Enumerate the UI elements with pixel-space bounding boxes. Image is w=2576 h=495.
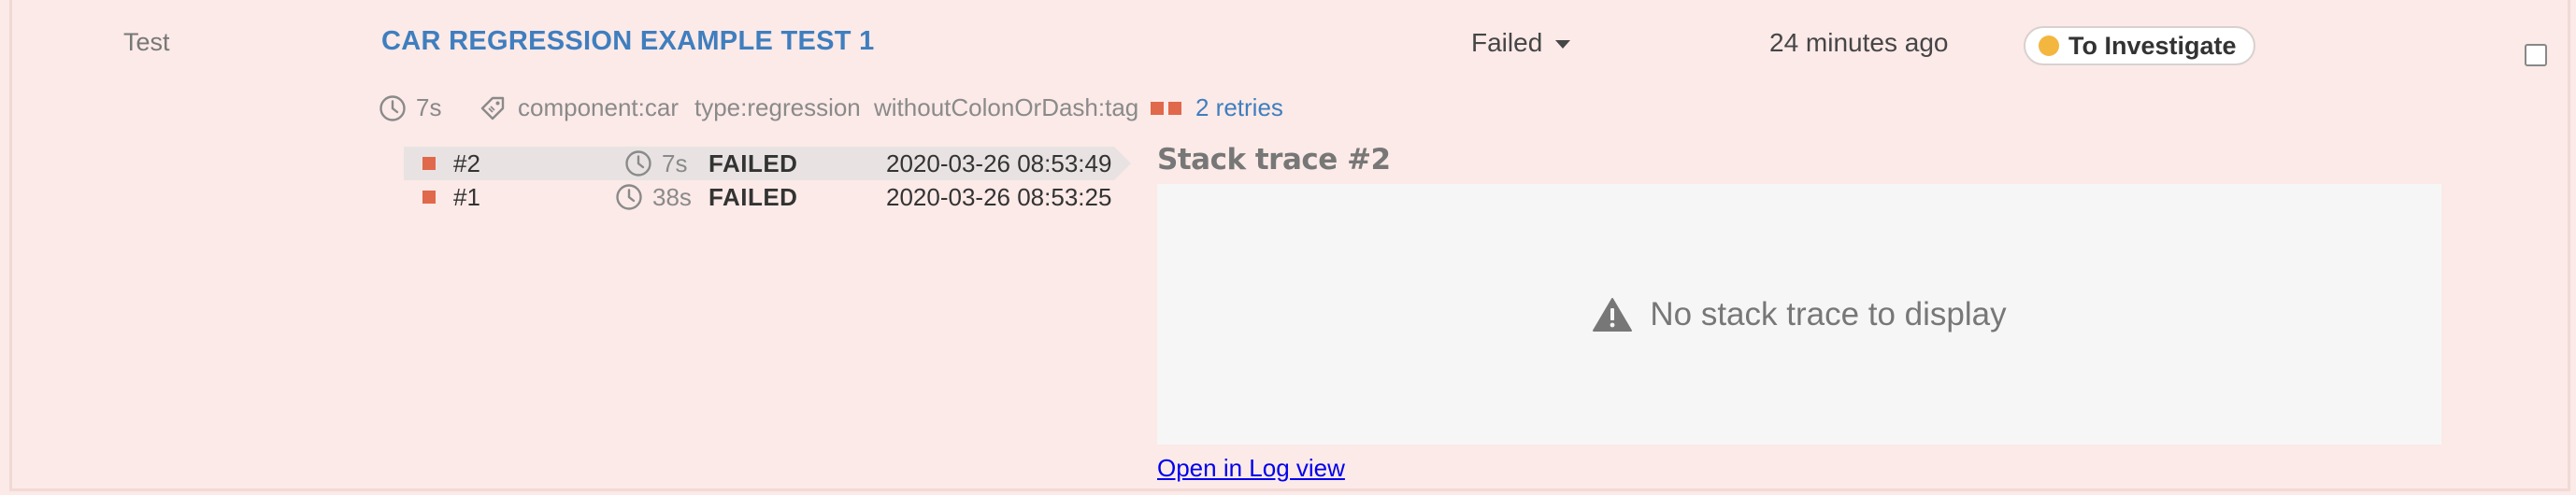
retries-toggle[interactable]: 2 retries bbox=[1151, 93, 1283, 122]
clock-icon bbox=[624, 149, 652, 177]
attribute-item[interactable]: withoutColonOrDash:tag bbox=[874, 93, 1138, 122]
attribute-item[interactable]: component:car bbox=[479, 93, 679, 122]
warning-icon bbox=[1592, 297, 1633, 332]
status-label: Failed bbox=[1471, 28, 1543, 57]
retry-row[interactable]: #1 38s FAILED 2020-03-26 08:53:25 bbox=[404, 180, 1114, 214]
item-type-label: Test bbox=[123, 28, 170, 56]
caret-down-icon bbox=[1555, 40, 1571, 50]
item-duration-value: 7s bbox=[416, 93, 442, 121]
active-retry-pointer bbox=[1114, 147, 1131, 180]
status-dropdown[interactable]: Failed bbox=[1471, 28, 1571, 58]
retry-duration-value: 7s bbox=[662, 148, 688, 177]
status-square-icon bbox=[422, 191, 436, 204]
stack-trace-panel: No stack trace to display bbox=[1157, 184, 2441, 445]
retries-list: #2 7s FAILED 2020-03-26 08:53:49 #1 38s … bbox=[404, 147, 1114, 214]
clock-icon bbox=[379, 94, 407, 122]
retry-squares-icon bbox=[1151, 101, 1186, 115]
attribute-label: component:car bbox=[518, 93, 679, 121]
retry-duration: 7s bbox=[624, 149, 687, 178]
retry-number: #2 bbox=[453, 148, 480, 177]
retry-date: 2020-03-26 08:53:49 bbox=[886, 148, 1112, 177]
attribute-item[interactable]: type:regression bbox=[694, 93, 861, 122]
select-item-checkbox[interactable] bbox=[2525, 44, 2547, 66]
item-duration: 7s bbox=[379, 93, 441, 122]
retry-number: #1 bbox=[453, 182, 480, 211]
start-time: 24 minutes ago bbox=[1769, 28, 1949, 57]
retries-label: 2 retries bbox=[1195, 93, 1283, 121]
retry-date: 2020-03-26 08:53:25 bbox=[886, 182, 1112, 211]
item-name-link[interactable]: CAR REGRESSION EXAMPLE TEST 1 bbox=[381, 26, 875, 57]
open-in-log-view-link[interactable]: Open in Log view bbox=[1157, 454, 1345, 483]
defect-color-dot bbox=[2039, 35, 2059, 56]
retry-status: FAILED bbox=[708, 148, 798, 177]
defect-type-label: To Investigate bbox=[2068, 31, 2237, 60]
stack-trace-title: Stack trace #2 bbox=[1157, 143, 1391, 177]
retry-status: FAILED bbox=[708, 182, 798, 211]
stack-trace-empty-message: No stack trace to display bbox=[1592, 295, 2007, 333]
retry-duration-value: 38s bbox=[652, 182, 692, 211]
retry-row[interactable]: #2 7s FAILED 2020-03-26 08:53:49 bbox=[404, 147, 1114, 180]
empty-message-text: No stack trace to display bbox=[1650, 295, 2007, 332]
tag-icon bbox=[479, 94, 507, 122]
defect-type-badge[interactable]: To Investigate bbox=[2024, 26, 2255, 65]
retry-duration: 38s bbox=[615, 183, 692, 212]
status-square-icon bbox=[422, 157, 436, 170]
attribute-label: withoutColonOrDash:tag bbox=[874, 93, 1139, 121]
clock-icon bbox=[615, 183, 643, 211]
attribute-label: type:regression bbox=[694, 93, 861, 121]
